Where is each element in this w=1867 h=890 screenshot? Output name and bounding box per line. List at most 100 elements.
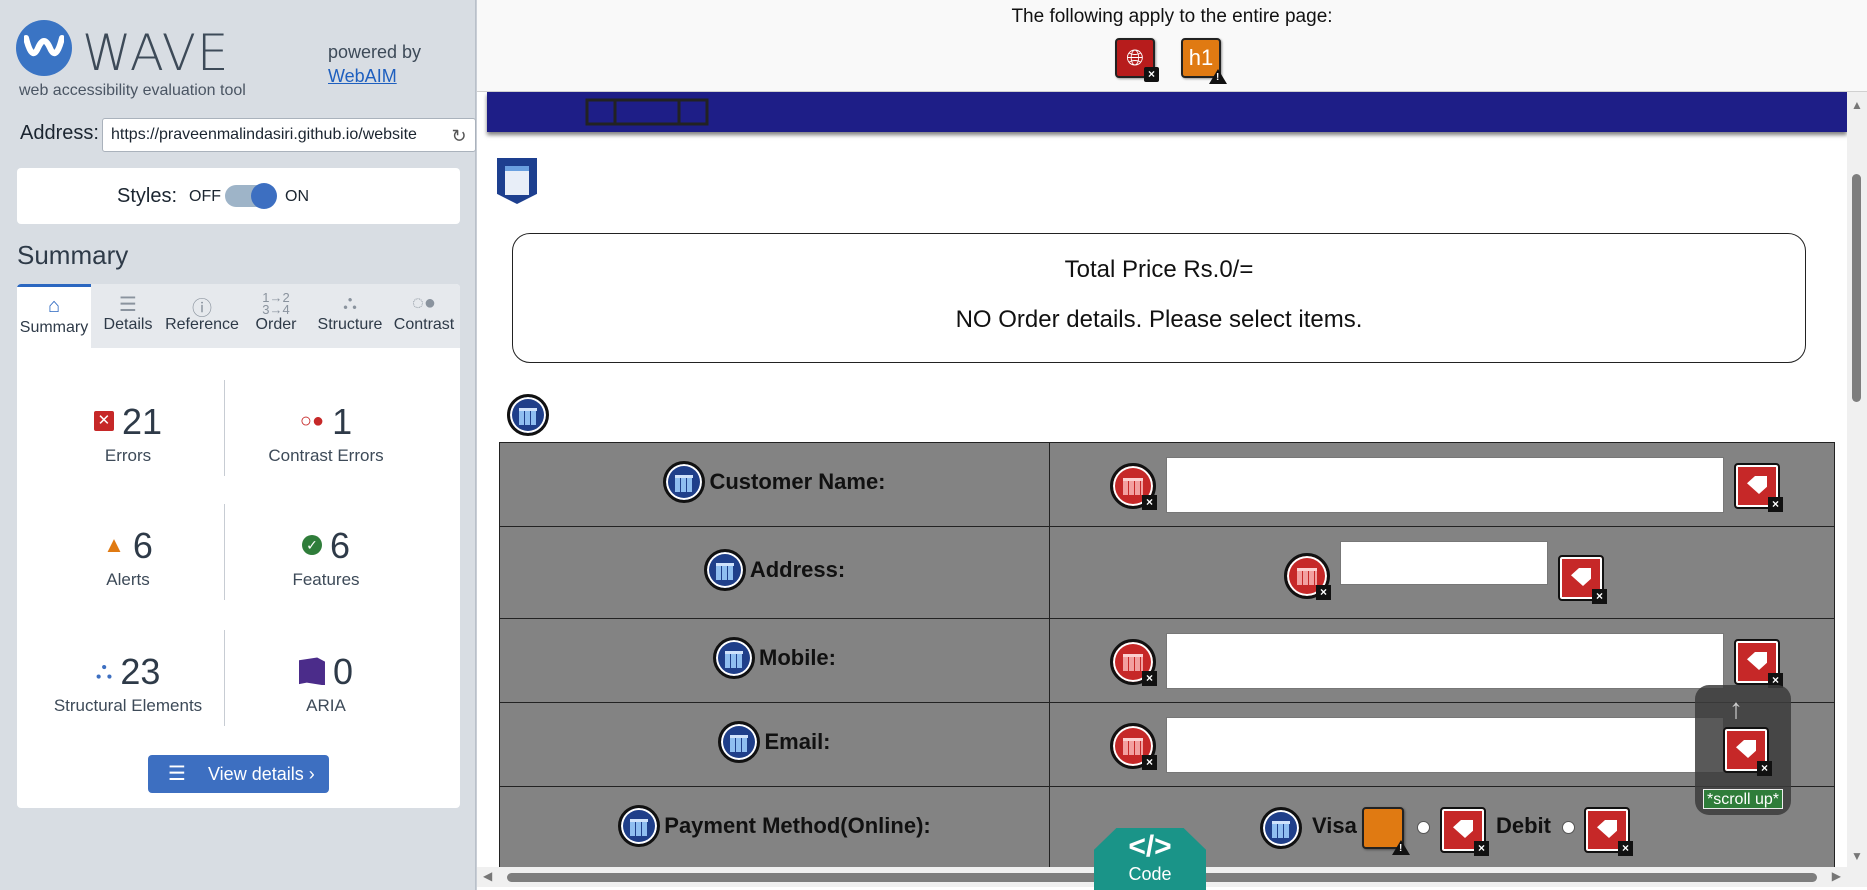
h1-alert-icon[interactable]: h1 (1181, 38, 1227, 84)
address-textarea[interactable] (1340, 541, 1548, 585)
stat-errors[interactable]: ✕ 21 Errors (28, 400, 228, 466)
view-details-button[interactable]: ☰ View details › (148, 755, 329, 793)
powered-by-text: powered by (328, 42, 422, 62)
table-header-icon[interactable] (713, 636, 755, 679)
powered-by: powered by WebAIM (328, 40, 421, 88)
logo-subtitle: web accessibility evaluation tool (19, 82, 246, 99)
email-input[interactable] (1166, 717, 1724, 773)
stat-aria[interactable]: 0 ARIA (226, 650, 426, 716)
tab-summary[interactable]: ⌂ Summary (17, 284, 91, 348)
alerts-count: 6 (132, 525, 153, 566)
wave-logo[interactable]: WAVE web accessibility evaluation tool p… (16, 20, 466, 108)
label-cell: Email: (499, 702, 1050, 787)
debit-radio[interactable] (1562, 821, 1575, 834)
wave-sidebar: WAVE web accessibility evaluation tool p… (0, 0, 476, 890)
visa-label: Visa (1312, 813, 1357, 838)
x-icon: × (1142, 671, 1157, 686)
mobile-input[interactable] (1166, 633, 1724, 689)
scroll-right-arrow-icon[interactable]: ▶ (1832, 869, 1841, 883)
tab-contrast[interactable]: ◌● Contrast (387, 284, 460, 348)
scroll-down-arrow-icon[interactable]: ▼ (1851, 849, 1863, 863)
styles-toggle[interactable] (225, 183, 277, 209)
table-row: Address: × × (499, 526, 1835, 619)
features-label: Features (292, 570, 360, 589)
tab-label: Structure (317, 316, 383, 333)
reload-icon[interactable]: ↻ (449, 126, 469, 146)
view-details-label: View details › (208, 764, 315, 784)
label-cell: Mobile: (499, 618, 1050, 703)
missing-label-icon[interactable]: × (1110, 463, 1157, 510)
aria-count: 0 (332, 651, 354, 692)
label-cell: Customer Name: (499, 442, 1050, 527)
stat-contrast-errors[interactable]: ○● 1 Contrast Errors (226, 400, 426, 466)
code-icon: </> (1128, 830, 1172, 863)
table-row: Email: × (499, 702, 1835, 787)
table-header-icon[interactable] (663, 460, 706, 503)
vertical-scroll-thumb[interactable] (1852, 174, 1861, 402)
orphan-label-icon[interactable]: × (1440, 807, 1489, 856)
warning-icon (1209, 69, 1227, 84)
x-icon: × (1474, 841, 1489, 856)
errors-label: Errors (104, 446, 152, 465)
scroll-up-arrow-icon[interactable]: ▲ (1851, 98, 1863, 112)
orphan-label-icon[interactable]: × (1734, 463, 1783, 512)
x-icon: × (1757, 761, 1772, 776)
vertical-scrollbar[interactable]: ▲ ▼ (1847, 92, 1867, 867)
contrast-icon: ◌● (412, 292, 436, 314)
page-preview: The following apply to the entire page: … (477, 0, 1867, 890)
info-icon: ⓘ (192, 298, 212, 320)
language-error-icon[interactable]: 🌐︎ × (1115, 38, 1159, 82)
x-icon: × (1316, 585, 1331, 600)
address-input[interactable]: https://praveenmalindasiri.github.io/web… (102, 118, 476, 152)
label-cell: Payment Method(Online): (499, 786, 1050, 871)
label-cell: Address: (499, 526, 1050, 619)
code-toggle-button[interactable]: </> Code (1094, 828, 1206, 890)
main-region-icon[interactable] (497, 158, 537, 204)
tab-label: Order (255, 316, 297, 333)
summary-panel: ⌂ Summary ☰ Details ⓘ Reference 1→2 3→4 O… (17, 284, 460, 808)
styles-label: Styles: (117, 185, 178, 207)
order-icon: 1→2 3→4 (262, 290, 290, 317)
orphan-label-icon[interactable]: × (1723, 727, 1772, 776)
list-icon: ☰ (168, 763, 186, 785)
stat-features[interactable]: ✓ 6 Features (226, 524, 426, 590)
x-icon: × (1592, 589, 1607, 604)
table-header-icon[interactable] (618, 804, 661, 847)
webaim-link[interactable]: WebAIM (328, 64, 421, 88)
stat-alerts[interactable]: ▲ 6 Alerts (28, 524, 228, 590)
errors-count: 21 (121, 401, 163, 442)
styles-toggle-box: Styles: OFF ON (17, 168, 460, 224)
fieldset-alert-icon[interactable] (1362, 807, 1410, 855)
tab-label: Summary (19, 319, 89, 336)
visa-radio[interactable] (1417, 821, 1430, 834)
features-count: 6 (329, 525, 351, 566)
address-label: Address: (20, 122, 99, 144)
tab-structure[interactable]: ⛬ Structure (313, 284, 387, 348)
missing-label-icon[interactable]: × (1284, 553, 1331, 600)
missing-label-icon[interactable]: × (1110, 723, 1157, 770)
list-icon: ☰ (119, 294, 137, 316)
table-header-icon[interactable] (718, 720, 761, 763)
scroll-up-button[interactable]: ↑ × *scroll up* (1695, 685, 1791, 815)
table-icon[interactable] (507, 394, 549, 436)
x-icon: × (1142, 495, 1157, 510)
home-icon: ⌂ (47, 295, 61, 317)
table-header-icon[interactable] (703, 548, 746, 591)
table-row: Mobile: × × (499, 618, 1835, 703)
input-cell: × × (1049, 442, 1835, 527)
tab-order[interactable]: 1→2 3→4 Order (239, 284, 313, 348)
customer-name-input[interactable] (1166, 457, 1724, 513)
tab-details[interactable]: ☰ Details (91, 284, 165, 348)
missing-label-icon[interactable]: × (1110, 639, 1157, 686)
orphan-label-icon[interactable]: × (1558, 555, 1607, 604)
orphan-label-icon[interactable]: × (1584, 807, 1633, 856)
row-label: Customer Name: (709, 468, 886, 494)
stat-structural[interactable]: ⛬ 23 Structural Elements (28, 650, 228, 716)
orphan-label-icon[interactable]: × (1734, 639, 1783, 688)
structural-count: 23 (120, 651, 161, 692)
table-header-icon[interactable] (1260, 807, 1302, 849)
scroll-left-arrow-icon[interactable]: ◀ (483, 869, 492, 883)
tab-reference[interactable]: ⓘ Reference (165, 284, 239, 348)
styles-on-label: ON (285, 188, 309, 205)
tab-label: Contrast (393, 316, 455, 333)
